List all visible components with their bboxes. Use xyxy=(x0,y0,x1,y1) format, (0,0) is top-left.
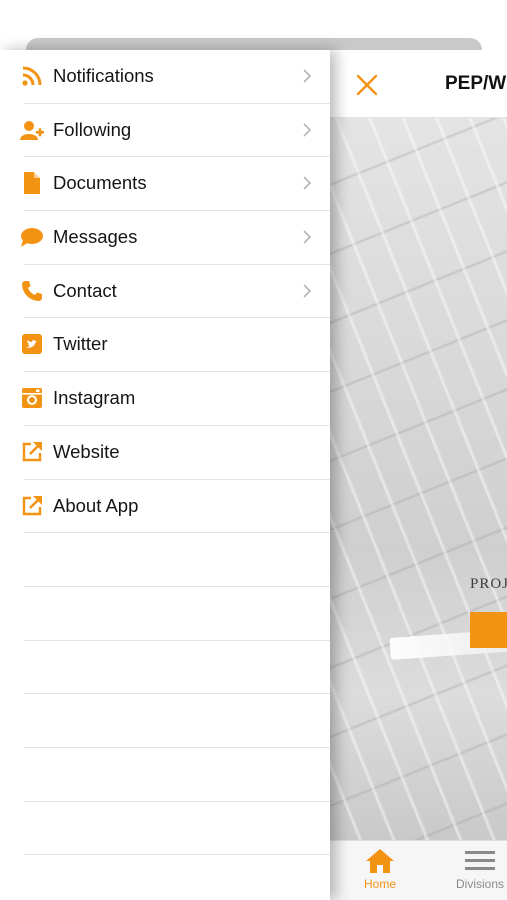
empty-row xyxy=(24,587,330,641)
menu-item-label: Contact xyxy=(53,279,117,301)
tab-divisions[interactable]: Divisions xyxy=(445,847,507,897)
menu-item-label: Instagram xyxy=(53,387,136,409)
empty-row xyxy=(24,641,330,695)
menu-item-contact[interactable]: Contact xyxy=(22,265,330,319)
empty-row xyxy=(24,533,330,587)
chevron-right-icon xyxy=(303,176,312,190)
add-user-icon xyxy=(20,120,44,140)
document-icon xyxy=(24,172,40,195)
side-menu: Notifications Following Documents Messag… xyxy=(0,50,330,900)
rss-icon xyxy=(22,66,42,86)
external-link-icon xyxy=(22,495,42,515)
menu-item-label: About App xyxy=(53,494,139,516)
menu-item-label: Website xyxy=(53,440,120,462)
page-title: PEP/W xyxy=(445,73,507,94)
chat-bubble-icon xyxy=(21,228,43,248)
hero-text: PROJ xyxy=(470,576,507,592)
close-icon xyxy=(356,74,378,96)
chevron-right-icon xyxy=(303,284,312,298)
menu-item-label: Messages xyxy=(53,226,138,248)
external-link-icon xyxy=(22,441,42,462)
menu-item-label: Documents xyxy=(53,172,147,194)
menu-lines-icon xyxy=(465,851,495,870)
empty-row xyxy=(24,748,330,802)
menu-item-label: Following xyxy=(53,118,132,140)
tab-home[interactable]: Home xyxy=(345,847,415,897)
menu-item-documents[interactable]: Documents xyxy=(24,157,330,212)
main-panel: PEP/W PROJ Home Divisions xyxy=(330,50,507,900)
empty-row xyxy=(24,802,330,856)
menu-item-twitter[interactable]: Twitter xyxy=(22,318,330,373)
hero-image: PROJ xyxy=(330,118,507,840)
bottom-tab-bar: Home Divisions xyxy=(330,840,507,900)
chevron-right-icon xyxy=(303,123,312,137)
chevron-right-icon xyxy=(303,69,312,83)
phone-icon xyxy=(22,280,42,301)
menu-item-following[interactable]: Following xyxy=(20,104,330,158)
home-icon xyxy=(366,849,394,873)
instagram-icon xyxy=(22,388,42,409)
menu-item-label: Notifications xyxy=(53,65,154,86)
menu-list: Notifications Following Documents Messag… xyxy=(0,50,330,856)
menu-item-website[interactable]: Website xyxy=(22,426,330,480)
close-menu-button[interactable] xyxy=(352,70,382,100)
menu-item-notifications[interactable]: Notifications xyxy=(22,50,330,104)
menu-item-instagram[interactable]: Instagram xyxy=(22,372,330,426)
main-header: PEP/W xyxy=(330,50,507,118)
tab-divisions-label: Divisions xyxy=(455,877,504,891)
chevron-right-icon xyxy=(303,230,312,244)
menu-item-about-app[interactable]: About App xyxy=(22,480,330,534)
tab-home-label: Home xyxy=(363,877,396,891)
hero-button[interactable] xyxy=(470,612,507,648)
menu-item-label: Twitter xyxy=(53,333,108,355)
twitter-icon xyxy=(22,334,42,355)
menu-item-messages[interactable]: Messages xyxy=(21,211,330,265)
empty-row xyxy=(24,694,330,748)
